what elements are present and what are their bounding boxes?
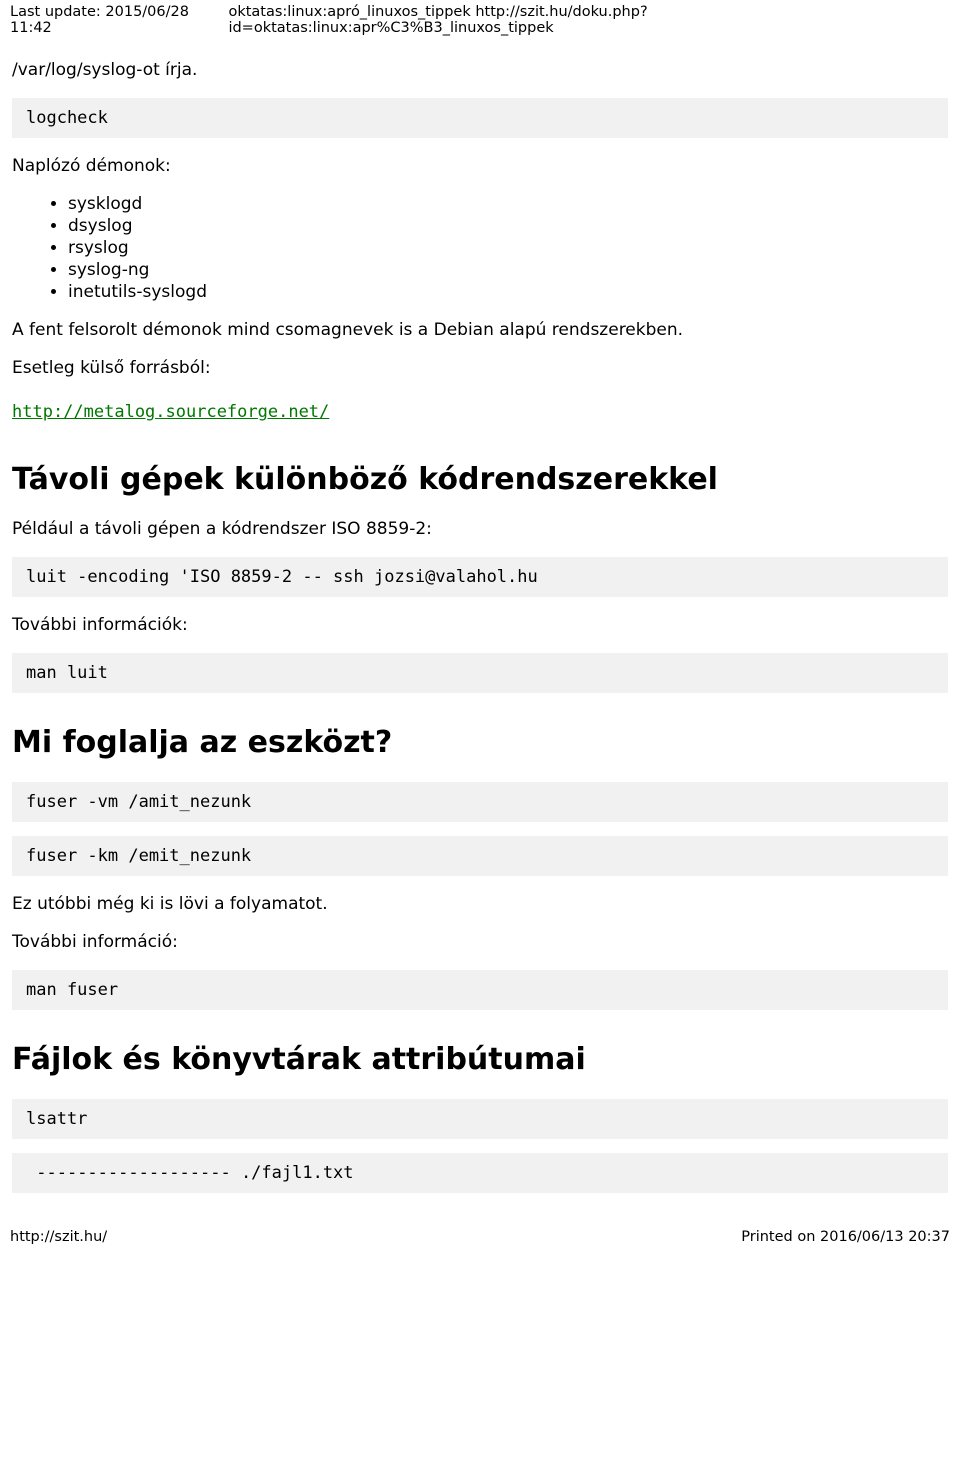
header-left: Last update: 2015/06/28 11:42: [10, 4, 228, 36]
page-footer: http://szit.hu/ Printed on 2016/06/13 20…: [0, 1223, 960, 1251]
heading-fajlok: Fájlok és könyvtárak attribútumai: [12, 1042, 948, 1077]
footer-left: http://szit.hu/: [10, 1229, 107, 1245]
list-item: inetutils-syslogd: [68, 282, 948, 302]
link-metalog[interactable]: http://metalog.sourceforge.net/: [12, 402, 329, 422]
paragraph-esetleg: Esetleg külső forrásból:: [12, 358, 948, 378]
paragraph-tovabbi-info-1: További információk:: [12, 615, 948, 635]
paragraph-peldaul: Például a távoli gépen a kódrendszer ISO…: [12, 519, 948, 539]
code-lsattr: lsattr: [12, 1099, 948, 1139]
paragraph-tovabbi-info-2: További információ:: [12, 932, 948, 952]
code-fuser-vm: fuser -vm /amit_nezunk: [12, 782, 948, 822]
list-item: sysklogd: [68, 194, 948, 214]
code-logcheck: logcheck: [12, 98, 948, 138]
code-man-fuser: man fuser: [12, 970, 948, 1010]
code-fuser-km: fuser -km /emit_nezunk: [12, 836, 948, 876]
list-item: syslog-ng: [68, 260, 948, 280]
paragraph-afent: A fent felsorolt démonok mind csomagneve…: [12, 320, 948, 340]
list-item: dsyslog: [68, 216, 948, 236]
paragraph-naplozo: Naplózó démonok:: [12, 156, 948, 176]
page-content: /var/log/syslog-ot írja. logcheck Naplóz…: [0, 60, 960, 1193]
code-luit: luit -encoding 'ISO 8859-2 -- ssh jozsi@…: [12, 557, 948, 597]
daemons-list: sysklogd dsyslog rsyslog syslog-ng inetu…: [12, 194, 948, 302]
code-man-luit: man luit: [12, 653, 948, 693]
page-header: Last update: 2015/06/28 11:42 oktatas:li…: [0, 0, 960, 42]
header-right: oktatas:linux:apró_linuxos_tippek http:/…: [228, 4, 950, 36]
heading-tavoli: Távoli gépek különböző kódrendszerekkel: [12, 462, 948, 497]
paragraph-ezutobbi: Ez utóbbi még ki is lövi a folyamatot.: [12, 894, 948, 914]
paragraph-intro: /var/log/syslog-ot írja.: [12, 60, 948, 80]
code-lsattr-output: ------------------- ./fajl1.txt: [12, 1153, 948, 1193]
list-item: rsyslog: [68, 238, 948, 258]
heading-mifoglalja: Mi foglalja az eszközt?: [12, 725, 948, 760]
footer-right: Printed on 2016/06/13 20:37: [741, 1229, 950, 1245]
